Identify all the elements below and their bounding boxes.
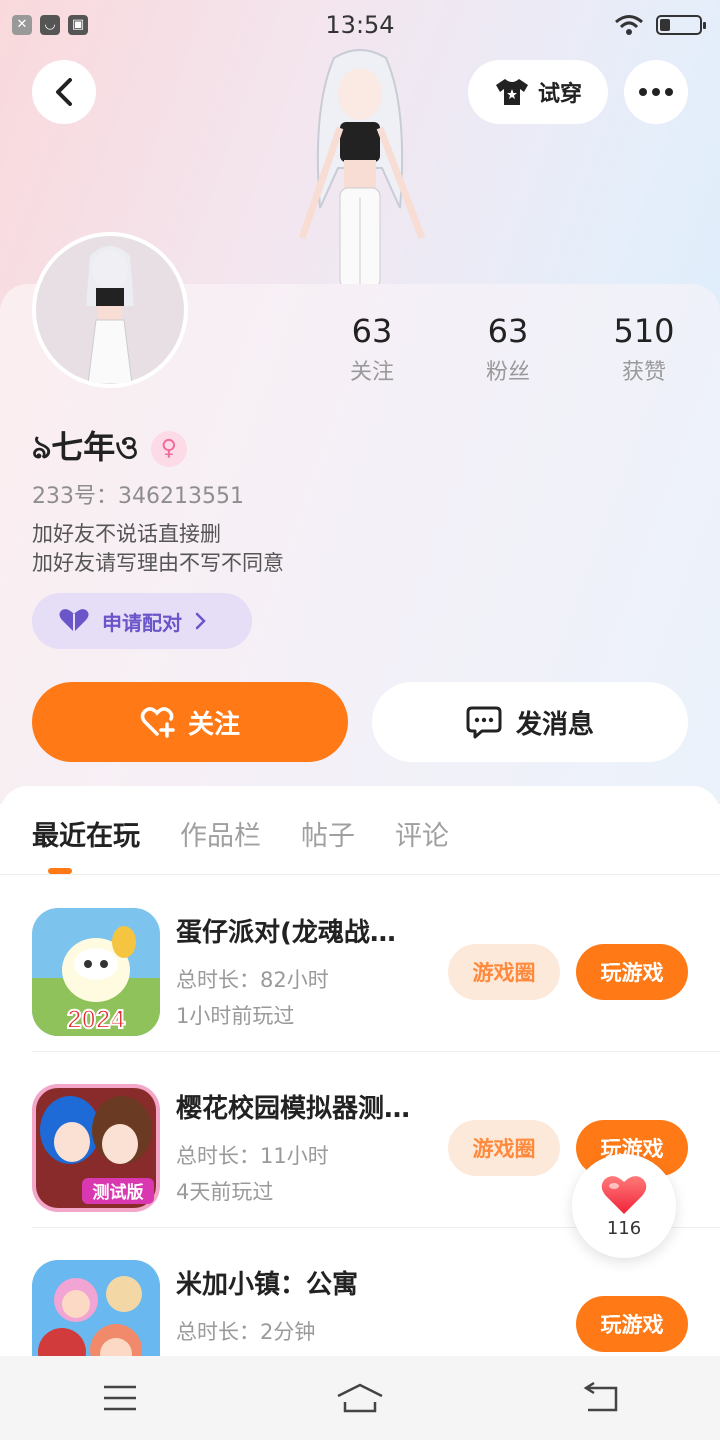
chat-bubble-icon: [466, 706, 502, 739]
nickname: ঌ七年ও: [32, 428, 139, 466]
battery-icon: [656, 15, 706, 35]
send-message-label: 发消息: [515, 709, 594, 740]
home-icon: [337, 1383, 383, 1413]
game-duration: 总时长：82小时: [176, 968, 329, 992]
back-key[interactable]: [570, 1378, 630, 1418]
try-on-button[interactable]: 试穿: [468, 60, 608, 124]
game-title[interactable]: 樱花校园模拟器测…: [176, 1088, 426, 1125]
game-title[interactable]: 米加小镇：公寓: [176, 1264, 426, 1301]
heart-add-icon: [140, 707, 175, 738]
stat-label: 粉丝: [485, 360, 530, 385]
try-on-label: 试穿: [537, 82, 582, 107]
back-button[interactable]: [32, 60, 96, 124]
game-title[interactable]: 蛋仔派对(龙魂战…: [176, 912, 426, 949]
bio-line: 加好友请写理由不写不同意: [32, 551, 284, 575]
x-icon: ✕: [12, 15, 32, 35]
nickname-row: ঌ七年ও ♀: [32, 422, 187, 476]
user-id: 233号：346213551: [32, 484, 244, 509]
game-circle-button[interactable]: 游戏圈: [448, 944, 560, 1000]
pair-request-button[interactable]: 申请配对: [32, 593, 252, 649]
chevron-right-icon: [195, 612, 206, 630]
stat-label: 获赞: [621, 360, 666, 385]
more-button[interactable]: [624, 60, 688, 124]
game-icon-text: 测试版: [93, 1182, 144, 1203]
home-key[interactable]: [330, 1378, 390, 1418]
female-icon: ♀: [150, 431, 187, 467]
like-float-button[interactable]: 116: [572, 1154, 676, 1258]
game-icon-sakura-school[interactable]: 测试版: [32, 1084, 160, 1212]
message-icon: ◡: [40, 15, 60, 35]
follow-label: 关注: [187, 709, 240, 740]
status-bar: ✕ ◡ ▣ 13:54: [0, 0, 720, 50]
content-section: 最近在玩 作品栏 帖子 评论 2024 蛋仔派对(龙魂战… 总时长：82小时 1…: [0, 786, 720, 1388]
heart-pair-icon: [59, 609, 89, 632]
heart-icon: [601, 1175, 647, 1214]
game-last-played: 1小时前玩过: [176, 1004, 295, 1028]
system-nav-bar: [0, 1356, 720, 1440]
avatar-3d-figure: [298, 49, 426, 288]
game-icon-text: 2024: [67, 1004, 125, 1034]
wifi-icon: [615, 15, 643, 35]
like-count: 116: [606, 1217, 642, 1239]
divider: [0, 874, 720, 875]
game-last-played: 4天前玩过: [176, 1180, 274, 1204]
play-game-button[interactable]: 玩游戏: [576, 944, 688, 1000]
follow-button[interactable]: 关注: [32, 682, 348, 762]
game-circle-button[interactable]: 游戏圈: [448, 1120, 560, 1176]
stat-following[interactable]: 63 关注: [312, 312, 432, 386]
more-dots-icon: [639, 88, 673, 96]
stat-likes[interactable]: 510 获赞: [584, 312, 704, 386]
bio: 加好友不说话直接删 加好友请写理由不写不同意: [32, 520, 284, 578]
back-arrow-icon: [583, 1382, 618, 1412]
send-message-button[interactable]: 发消息: [372, 682, 688, 762]
stat-followers[interactable]: 63 粉丝: [448, 312, 568, 386]
bio-line: 加好友不说话直接删: [32, 522, 221, 546]
stat-label: 关注: [349, 360, 394, 385]
gallery-icon: ▣: [68, 15, 88, 35]
list-item[interactable]: 2024 蛋仔派对(龙魂战… 总时长：82小时 1小时前玩过 游戏圈 玩游戏: [32, 876, 720, 1052]
stat-number: 63: [487, 312, 529, 350]
game-duration: 总时长：2分钟: [176, 1320, 316, 1344]
status-time: 13:54: [325, 11, 395, 39]
tab-comments[interactable]: 评论: [395, 814, 449, 853]
chevron-left-icon: [56, 78, 72, 106]
avatar-figure: [86, 246, 134, 384]
stat-number: 63: [351, 312, 393, 350]
tshirt-icon: [495, 79, 528, 105]
pair-request-label: 申请配对: [102, 610, 182, 635]
tab-recent-played[interactable]: 最近在玩: [32, 814, 140, 853]
menu-icon: [104, 1385, 136, 1411]
avatar[interactable]: [32, 232, 188, 388]
tab-works[interactable]: 作品栏: [180, 814, 261, 853]
game-icon-eggy-party[interactable]: 2024: [32, 908, 160, 1036]
play-game-button[interactable]: 玩游戏: [576, 1296, 688, 1352]
game-duration: 总时长：11小时: [176, 1144, 329, 1168]
tab-bar: 最近在玩 作品栏 帖子 评论: [32, 814, 449, 853]
menu-key[interactable]: [90, 1378, 150, 1418]
tab-posts[interactable]: 帖子: [301, 814, 355, 853]
stat-number: 510: [613, 312, 675, 350]
